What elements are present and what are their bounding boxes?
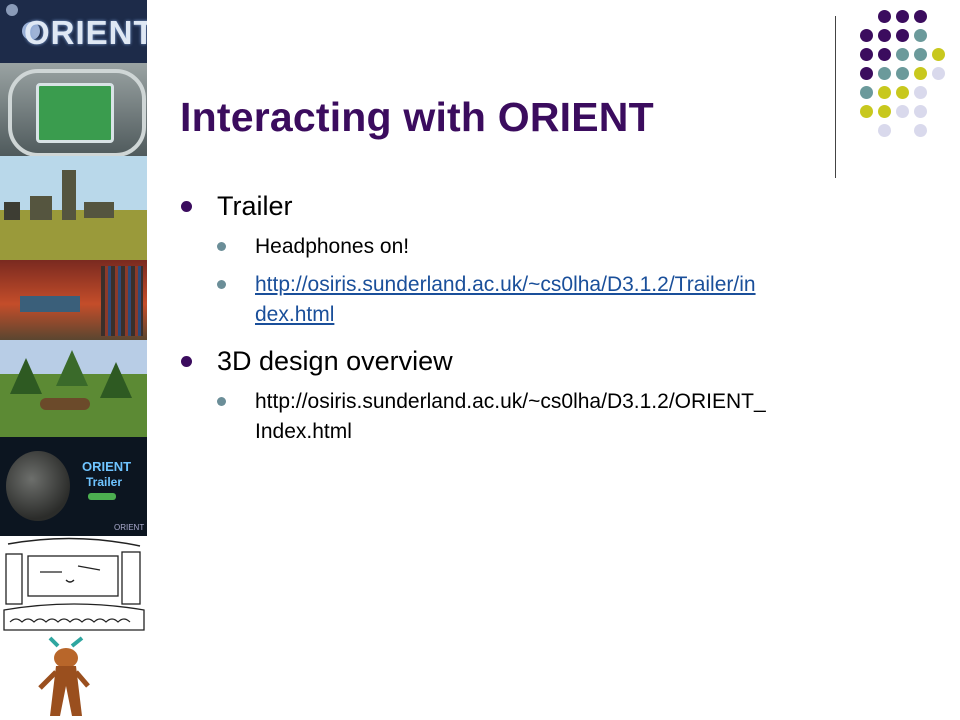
city-building xyxy=(84,202,114,218)
logo-orb-icon xyxy=(6,4,18,16)
decorative-dot xyxy=(878,105,891,118)
logo-text: ORIENT xyxy=(24,14,147,51)
alien-drawing xyxy=(38,636,90,716)
bullet-trailer: Trailer xyxy=(180,188,910,224)
decorative-dot xyxy=(896,10,909,23)
trailer-title: ORIENT xyxy=(82,459,132,474)
library-desk xyxy=(20,296,80,312)
decorative-dot xyxy=(878,86,891,99)
decorative-dot xyxy=(878,10,891,23)
cockpit-monitor xyxy=(36,83,114,143)
city-tower xyxy=(62,170,76,220)
trailer-screenshot: ORIENT Trailer ORIENT xyxy=(0,437,147,536)
bullet-3d-design: 3D design overview xyxy=(180,343,910,379)
trailer-play-button xyxy=(88,493,116,500)
decorative-dot xyxy=(860,67,873,80)
sub-bullet-trailer-link: http://osiris.sunderland.ac.uk/~cs0lha/D… xyxy=(180,270,910,330)
cockpit-screenshot xyxy=(0,63,147,156)
sub-bullet-orient-index: http://osiris.sunderland.ac.uk/~cs0lha/D… xyxy=(180,387,910,447)
decorative-dot xyxy=(914,48,927,61)
decorative-dot xyxy=(932,48,945,61)
decorative-dot xyxy=(878,124,891,137)
sketch-image xyxy=(0,536,147,636)
decorative-dot xyxy=(932,67,945,80)
treehouse-platform xyxy=(40,398,90,410)
city-screenshot xyxy=(0,156,147,260)
tree-icon xyxy=(100,362,132,398)
decorative-dot xyxy=(878,29,891,42)
decorative-dot xyxy=(896,29,909,42)
trailer-link[interactable]: http://osiris.sunderland.ac.uk/~cs0lha/D… xyxy=(255,273,756,326)
trailer-badge: ORIENT xyxy=(114,523,145,532)
forest-screenshot xyxy=(0,340,147,437)
decorative-dot xyxy=(860,105,873,118)
decorative-dot xyxy=(860,48,873,61)
library-screenshot xyxy=(0,260,147,340)
divider-line xyxy=(835,16,836,178)
library-shelf xyxy=(101,266,143,336)
decorative-dot xyxy=(914,86,927,99)
city-building xyxy=(4,202,20,220)
decorative-dot xyxy=(914,29,927,42)
side-image-strip: ORIENT ORIENT Trailer ORIENT xyxy=(0,0,148,720)
sub-bullet-headphones: Headphones on! xyxy=(180,232,910,262)
decorative-dot xyxy=(860,86,873,99)
decorative-dot-grid xyxy=(842,10,952,160)
decorative-dot xyxy=(914,67,927,80)
decorative-dot xyxy=(896,48,909,61)
decorative-dot xyxy=(896,67,909,80)
slide-title: Interacting with ORIENT xyxy=(180,94,654,140)
decorative-dot xyxy=(896,105,909,118)
tree-icon xyxy=(56,350,88,386)
decorative-dot xyxy=(878,48,891,61)
decorative-dot xyxy=(914,124,927,137)
decorative-dot xyxy=(896,86,909,99)
decorative-dot xyxy=(914,105,927,118)
bullet-list: Trailer Headphones on! http://osiris.sun… xyxy=(180,188,910,447)
decorative-dot xyxy=(860,29,873,42)
trailer-subtitle: Trailer xyxy=(86,475,123,489)
city-building xyxy=(30,196,52,220)
orient-logo-image: ORIENT xyxy=(0,0,147,63)
decorative-dot xyxy=(914,10,927,23)
sketch-drawing xyxy=(3,537,145,631)
tree-icon xyxy=(10,358,42,394)
planet-image xyxy=(6,451,70,521)
decorative-dot xyxy=(878,67,891,80)
alien-character-image xyxy=(0,636,147,720)
